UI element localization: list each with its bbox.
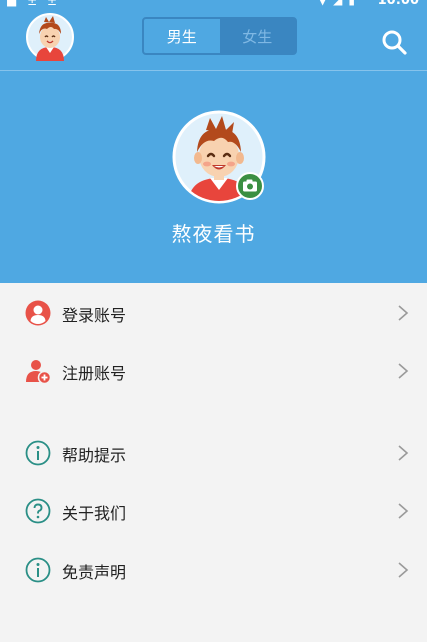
chevron-right-icon	[398, 503, 409, 519]
chevron-right-icon	[398, 363, 409, 379]
chevron-right-icon	[398, 305, 409, 321]
info-circle-icon	[25, 440, 51, 466]
tab-male[interactable]: 男生	[144, 19, 220, 53]
menu-item-about[interactable]: 关于我们	[0, 481, 427, 539]
status-signal-icons: ▼◢▮	[317, 0, 361, 7]
camera-icon[interactable]	[236, 172, 264, 200]
tab-female[interactable]: 女生	[219, 19, 295, 53]
menu-item-register[interactable]: 注册账号	[0, 341, 427, 399]
status-bar: ■ ± ± ▼◢▮ 10:00	[0, 0, 427, 10]
chevron-right-icon	[398, 445, 409, 461]
user-login-icon	[25, 300, 51, 326]
status-notification-icons: ■ ± ±	[6, 0, 61, 8]
question-circle-icon	[25, 498, 51, 524]
menu-item-label: 登录账号	[62, 306, 127, 325]
profile-username: 熬夜看书	[171, 222, 256, 246]
menu-item-label: 注册账号	[62, 364, 127, 383]
menu-item-label: 帮助提示	[62, 446, 127, 465]
gender-segmented-control: 男生 女生	[142, 17, 297, 55]
user-add-icon	[26, 360, 51, 384]
menu-item-disclaimer[interactable]: 免责声明	[0, 540, 427, 598]
menu-item-login[interactable]: 登录账号	[0, 283, 427, 341]
search-icon[interactable]	[380, 28, 408, 56]
info-circle-icon	[25, 557, 51, 583]
status-time: 10:00	[377, 0, 419, 8]
menu-item-label: 免责声明	[62, 563, 127, 582]
chevron-right-icon	[398, 562, 409, 578]
avatar-icon[interactable]	[26, 13, 74, 61]
menu-item-label: 关于我们	[62, 504, 127, 523]
menu-item-help[interactable]: 帮助提示	[0, 423, 427, 481]
